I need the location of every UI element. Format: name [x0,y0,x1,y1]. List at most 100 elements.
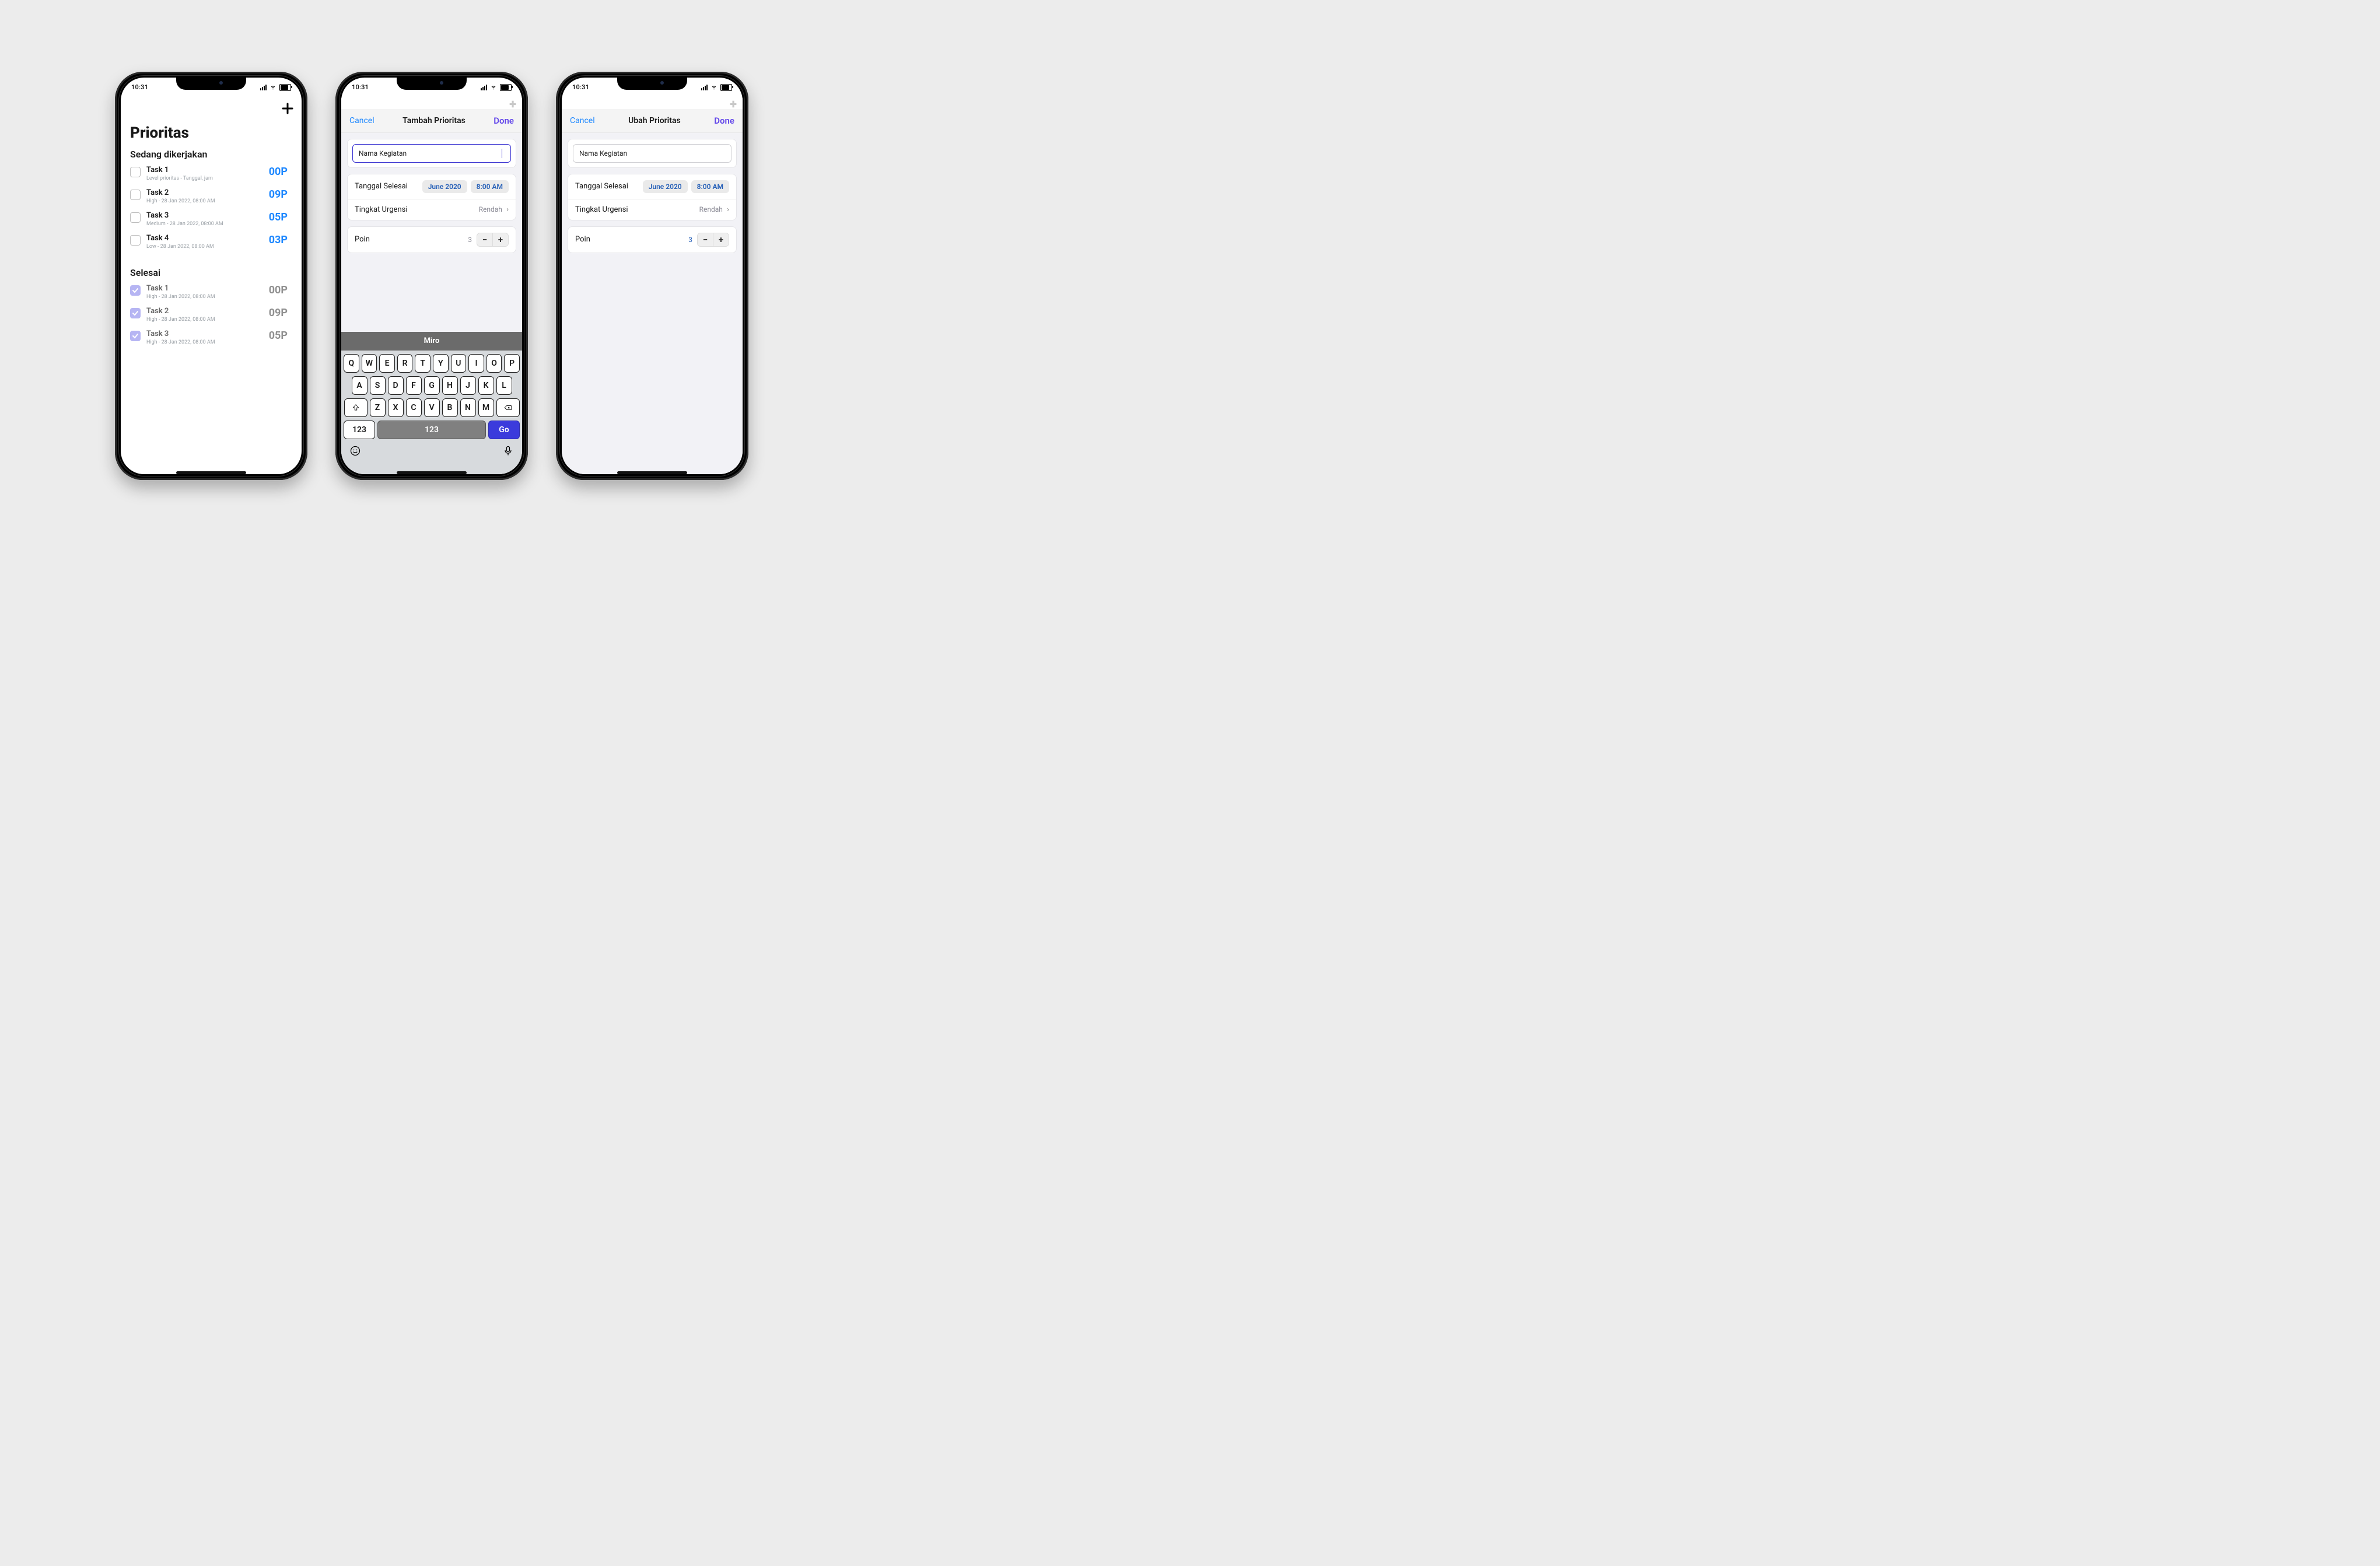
key-p[interactable]: P [504,354,520,373]
points-decrement-button[interactable]: − [698,233,713,246]
task-meta: Low - 28 Jan 2022, 08:00 AM [146,244,263,250]
date-label: Tanggal Selesai [355,182,408,191]
task-points: 09P [269,307,292,319]
key-l[interactable]: L [496,376,512,395]
add-button[interactable] [281,101,295,119]
key-x[interactable]: X [388,398,404,417]
task-points: 00P [269,284,292,296]
battery-icon [720,84,732,91]
keyboard-suggestion[interactable]: Miro [341,332,522,351]
key-s[interactable]: S [370,376,386,395]
task-row[interactable]: Task 2 High - 28 Jan 2022, 08:00 AM 09P [125,303,297,326]
status-icons [701,84,732,91]
home-indicator[interactable] [176,471,246,474]
checkbox[interactable] [130,167,141,177]
key-c[interactable]: C [406,398,422,417]
urgency-value: Rendah [479,205,502,213]
keyboard: QWERTYUIOP ASDFGHJKL ZXCVBNM 123 123 Go [341,351,522,474]
points-increment-button[interactable]: + [713,233,729,246]
key-q[interactable]: Q [344,354,359,373]
wifi-icon [270,85,276,90]
section-done-title: Selesai [121,267,302,278]
key-y[interactable]: Y [433,354,449,373]
status-time: 10:31 [352,83,369,91]
key-t[interactable]: T [415,354,430,373]
time-chip[interactable]: 8:00 AM [691,180,729,193]
task-row[interactable]: Task 2 High - 28 Jan 2022, 08:00 AM 09P [125,185,297,208]
emoji-key[interactable] [349,445,361,459]
points-label: Poin [575,235,590,244]
task-points: 09P [269,188,292,201]
key-w[interactable]: W [362,354,377,373]
key-j[interactable]: J [460,376,476,395]
key-a[interactable]: A [352,376,368,395]
signal-icon [701,85,708,90]
background-peek: + [562,97,743,109]
checkbox-checked[interactable] [130,308,141,318]
task-points: 05P [269,330,292,342]
key-g[interactable]: G [424,376,440,395]
mic-key[interactable] [502,445,514,459]
checkbox[interactable] [130,235,141,246]
task-meta: Level prioritas - Tanggal, jam [146,176,263,181]
key-n[interactable]: N [460,398,476,417]
modal-title: Tambah Prioritas [402,116,466,125]
key-v[interactable]: V [424,398,440,417]
points-decrement-button[interactable]: − [477,233,492,246]
shift-key[interactable] [344,398,368,417]
home-indicator[interactable] [617,471,687,474]
key-r[interactable]: R [397,354,413,373]
task-row[interactable]: Task 1 High - 28 Jan 2022, 08:00 AM 00P [125,281,297,303]
space-key[interactable]: 123 [377,421,486,439]
date-chip[interactable]: June 2020 [643,180,688,193]
key-z[interactable]: Z [370,398,386,417]
task-name: Task 3 [146,211,263,220]
plus-icon [281,101,295,115]
key-d[interactable]: D [388,376,404,395]
key-o[interactable]: O [487,354,502,373]
home-indicator[interactable] [397,471,467,474]
phone-mockup-add: 10:31 + Cancel Tambah Prioritas Done [335,72,528,480]
urgency-row[interactable]: Tingkat Urgensi Rendah › [348,199,516,220]
modal-title: Ubah Prioritas [628,116,681,125]
key-e[interactable]: E [379,354,395,373]
points-increment-button[interactable]: + [492,233,508,246]
urgency-row[interactable]: Tingkat Urgensi Rendah › [568,199,736,220]
task-meta: High - 28 Jan 2022, 08:00 AM [146,339,263,345]
go-key[interactable]: Go [488,421,520,439]
urgency-label: Tingkat Urgensi [355,205,408,214]
checkbox-checked[interactable] [130,285,141,296]
key-b[interactable]: B [442,398,458,417]
cancel-button[interactable]: Cancel [349,116,374,125]
task-row[interactable]: Task 3 High - 28 Jan 2022, 08:00 AM 05P [125,326,297,349]
task-row[interactable]: Task 3 Medium - 28 Jan 2022, 08:00 AM 05… [125,208,297,230]
123-key[interactable]: 123 [344,421,375,439]
done-button[interactable]: Done [494,115,514,126]
key-m[interactable]: M [478,398,494,417]
checkbox-checked[interactable] [130,331,141,341]
time-chip[interactable]: 8:00 AM [471,180,509,193]
key-i[interactable]: I [468,354,484,373]
signal-icon [481,85,487,90]
task-meta: High - 28 Jan 2022, 08:00 AM [146,294,263,300]
task-row[interactable]: Task 1 Level prioritas - Tanggal, jam 00… [125,162,297,185]
modal-header: Cancel Tambah Prioritas Done [341,109,522,133]
name-input[interactable]: Nama Kegiatan [573,144,732,163]
checkbox[interactable] [130,190,141,200]
done-button[interactable]: Done [714,115,734,126]
key-k[interactable]: K [478,376,494,395]
task-row[interactable]: Task 4 Low - 28 Jan 2022, 08:00 AM 03P [125,230,297,253]
checkbox[interactable] [130,212,141,223]
name-input[interactable]: Nama Kegiatan [352,144,511,163]
backspace-key[interactable] [496,398,520,417]
key-f[interactable]: F [406,376,422,395]
date-chip[interactable]: June 2020 [422,180,467,193]
status-time: 10:31 [572,83,589,91]
task-list-done: Task 1 High - 28 Jan 2022, 08:00 AM 00P … [121,281,302,349]
key-u[interactable]: U [451,354,467,373]
task-name: Task 1 [146,284,263,293]
task-name: Task 1 [146,166,263,174]
points-label: Poin [355,235,370,244]
key-h[interactable]: H [442,376,458,395]
cancel-button[interactable]: Cancel [570,116,595,125]
